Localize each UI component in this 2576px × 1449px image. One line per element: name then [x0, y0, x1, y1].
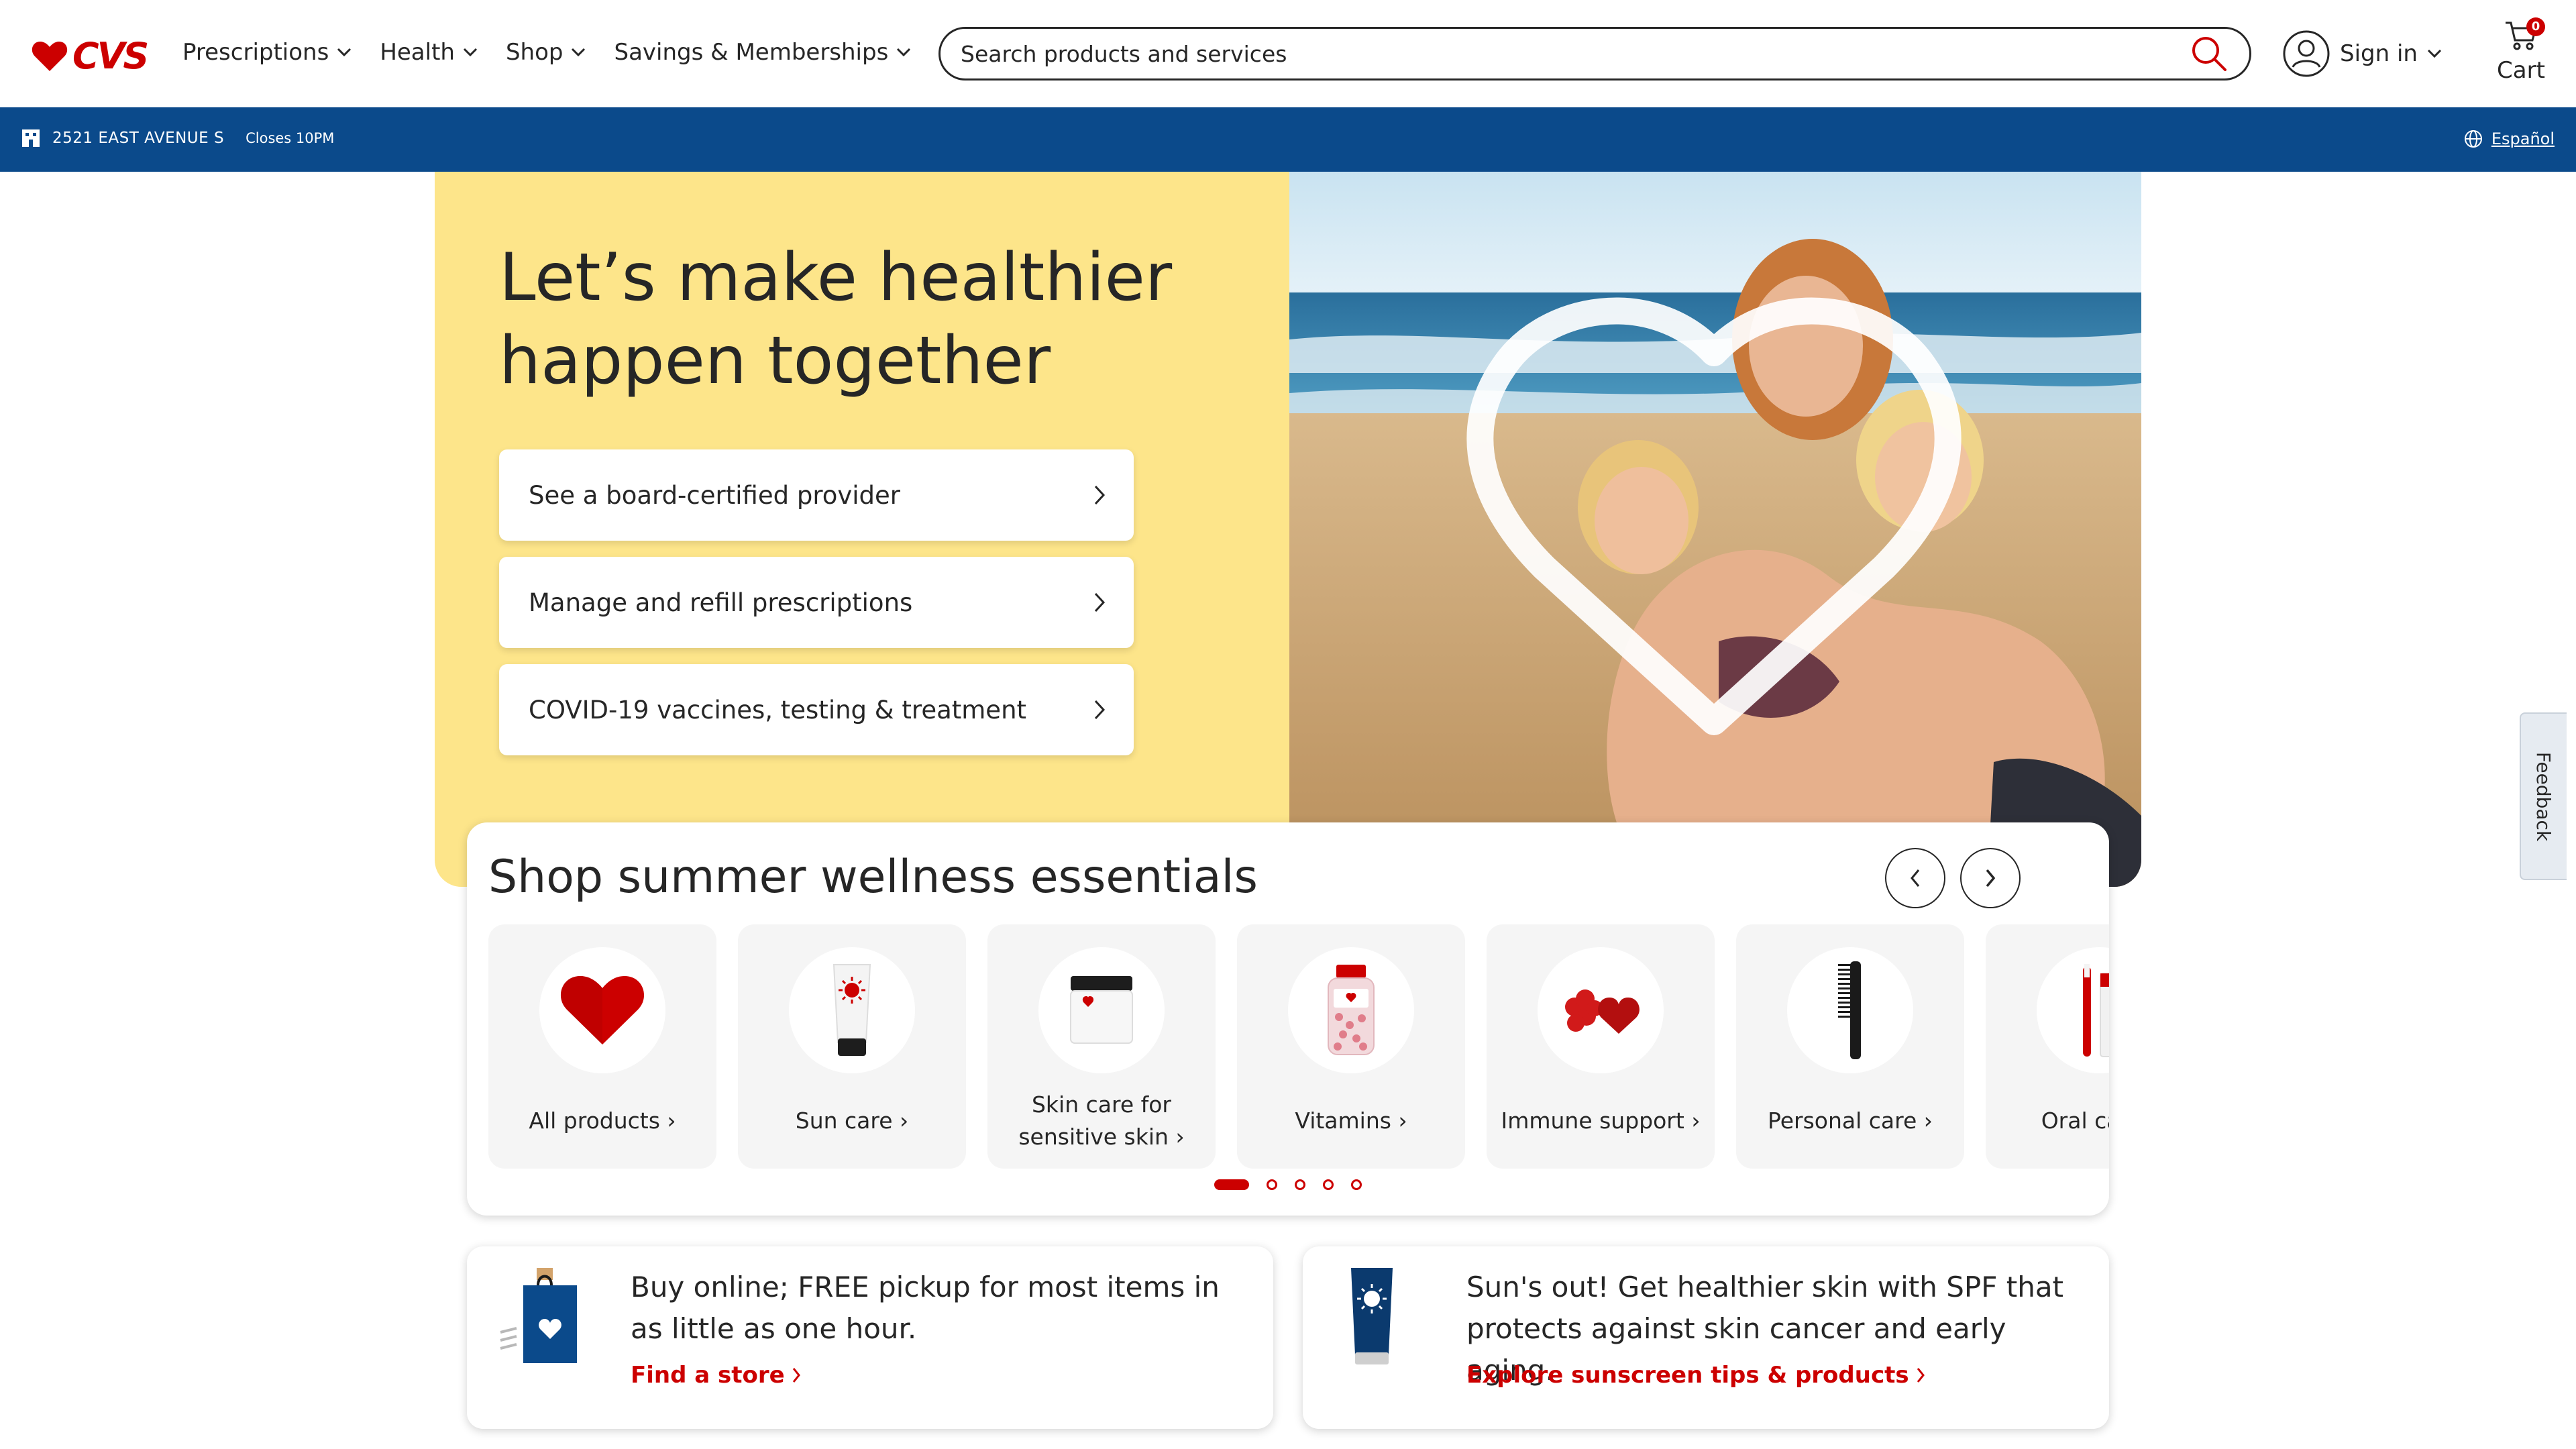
- feedback-tab[interactable]: Feedback: [2520, 712, 2567, 880]
- nav-label: Savings & Memberships: [614, 39, 889, 66]
- vitamin-bottle-icon: [1288, 947, 1414, 1073]
- chevron-left-icon: [1911, 869, 1920, 887]
- nav-label: Health: [380, 39, 455, 66]
- hero-image: [1289, 172, 2141, 887]
- hero-button-label: See a board-certified provider: [529, 480, 900, 510]
- shop-section-title: Shop summer wellness essentials: [488, 851, 1258, 904]
- sunscreen-icon: [1335, 1267, 1409, 1367]
- logo-text: CVS: [72, 35, 149, 77]
- explore-sunscreen-link[interactable]: Explore sunscreen tips & products: [1466, 1362, 1925, 1389]
- promo-text: Buy online; FREE pickup for most items i…: [631, 1271, 1220, 1345]
- tile-label: Immune support ›: [1501, 1108, 1701, 1134]
- cart-button[interactable]: 0 Cart: [2494, 17, 2548, 84]
- tile-label: All products ›: [529, 1108, 676, 1134]
- promo-card-pickup: Buy online; FREE pickup for most items i…: [467, 1246, 1273, 1429]
- chevron-down-icon: [572, 48, 586, 57]
- see-provider-button[interactable]: See a board-certified provider: [499, 449, 1134, 541]
- search-icon[interactable]: [2189, 34, 2229, 74]
- language-toggle[interactable]: Español: [2463, 129, 2555, 149]
- chevron-right-icon: [1094, 485, 1106, 505]
- store-icon: [22, 129, 40, 147]
- search-bar: [938, 27, 2251, 80]
- sign-in-button[interactable]: Sign in: [2282, 30, 2442, 78]
- chevron-down-icon: [463, 48, 478, 57]
- feedback-label: Feedback: [2532, 751, 2555, 841]
- carousel-prev-button[interactable]: [1885, 848, 1945, 908]
- chevron-down-icon: [2427, 49, 2442, 58]
- hero-title-line1: Let’s make healthier: [499, 239, 1173, 316]
- heart-icon: [539, 947, 665, 1073]
- cream-jar-icon: [1038, 947, 1165, 1073]
- cart-count-badge: 0: [2526, 17, 2545, 36]
- language-link: Español: [2491, 129, 2555, 148]
- category-tiles: All products › Sun care › Skin care for …: [488, 924, 2109, 1169]
- heart-logo-icon: [32, 41, 68, 71]
- store-info-bar: 2521 EAST AVENUE S Closes 10PM Español: [0, 107, 2576, 172]
- chevron-right-icon: [1094, 592, 1106, 612]
- hero-button-label: COVID-19 vaccines, testing & treatment: [529, 695, 1027, 724]
- sign-in-label: Sign in: [2340, 40, 2418, 67]
- carousel-dot-3[interactable]: [1295, 1179, 1305, 1190]
- cart-label: Cart: [2497, 57, 2545, 84]
- shop-carousel-card: Shop summer wellness essentials All prod…: [467, 822, 2109, 1216]
- chevron-down-icon: [337, 48, 352, 57]
- promo-card-sunscreen: Sun's out! Get healthier skin with SPF t…: [1303, 1246, 2109, 1429]
- category-tile-oral-care[interactable]: Oral care ›: [1986, 924, 2109, 1169]
- category-tile-skin-care[interactable]: Skin care for sensitive skin ›: [987, 924, 1216, 1169]
- hero-title: Let’s make healthier happen together: [499, 236, 1237, 402]
- find-a-store-link[interactable]: Find a store: [631, 1362, 801, 1389]
- tile-label: Personal care ›: [1768, 1108, 1933, 1134]
- category-tile-personal-care[interactable]: Personal care ›: [1736, 924, 1964, 1169]
- nav-label: Shop: [505, 39, 564, 66]
- nav-prescriptions[interactable]: Prescriptions: [182, 39, 352, 66]
- chevron-right-icon: [792, 1368, 800, 1383]
- covid-services-button[interactable]: COVID-19 vaccines, testing & treatment: [499, 664, 1134, 755]
- main-nav: Prescriptions Health Shop Savings & Memb…: [182, 39, 939, 66]
- carousel-dot-5[interactable]: [1351, 1179, 1362, 1190]
- globe-icon: [2464, 130, 2482, 148]
- manage-prescriptions-button[interactable]: Manage and refill prescriptions: [499, 557, 1134, 648]
- chevron-right-icon: [1986, 869, 1996, 888]
- hero-button-label: Manage and refill prescriptions: [529, 588, 913, 617]
- carousel-next-button[interactable]: [1960, 848, 2021, 908]
- nav-label: Prescriptions: [182, 39, 329, 66]
- carousel-pagination: [1214, 1179, 1362, 1190]
- chevron-down-icon: [897, 48, 911, 57]
- comb-icon: [1787, 947, 1913, 1073]
- nav-shop[interactable]: Shop: [506, 39, 586, 66]
- chevron-right-icon: [1094, 700, 1106, 720]
- hero-title-line2: happen together: [499, 323, 1051, 399]
- tile-label: Oral care ›: [2041, 1108, 2109, 1134]
- category-tile-sun-care[interactable]: Sun care ›: [738, 924, 966, 1169]
- nav-health[interactable]: Health: [380, 39, 478, 66]
- nav-savings-memberships[interactable]: Savings & Memberships: [614, 39, 911, 66]
- carousel-dot-4[interactable]: [1323, 1179, 1334, 1190]
- user-icon: [2283, 30, 2330, 77]
- carousel-dot-2[interactable]: [1267, 1179, 1277, 1190]
- toothbrush-icon: [2037, 947, 2109, 1073]
- tile-label: Vitamins ›: [1295, 1108, 1407, 1134]
- tile-label: Sun care ›: [795, 1108, 909, 1134]
- gummies-icon: [1538, 947, 1664, 1073]
- sunscreen-tube-icon: [789, 947, 915, 1073]
- carousel-dot-1[interactable]: [1214, 1179, 1249, 1190]
- store-hours: Closes 10PM: [246, 130, 335, 146]
- shopping-bag-icon: [499, 1267, 577, 1367]
- cvs-logo[interactable]: CVS: [31, 35, 149, 77]
- chevron-right-icon: [1917, 1368, 1925, 1383]
- store-address: 2521 EAST AVENUE S: [52, 129, 225, 147]
- search-input[interactable]: [961, 40, 2189, 67]
- category-tile-vitamins[interactable]: Vitamins ›: [1237, 924, 1465, 1169]
- category-tile-immune-support[interactable]: Immune support ›: [1487, 924, 1715, 1169]
- site-header: CVS Prescriptions Health Shop Savings & …: [0, 0, 2576, 107]
- tile-label: Skin care for sensitive skin ›: [1018, 1091, 1185, 1150]
- category-tile-all-products[interactable]: All products ›: [488, 924, 716, 1169]
- my-store[interactable]: 2521 EAST AVENUE S Closes 10PM: [20, 127, 334, 149]
